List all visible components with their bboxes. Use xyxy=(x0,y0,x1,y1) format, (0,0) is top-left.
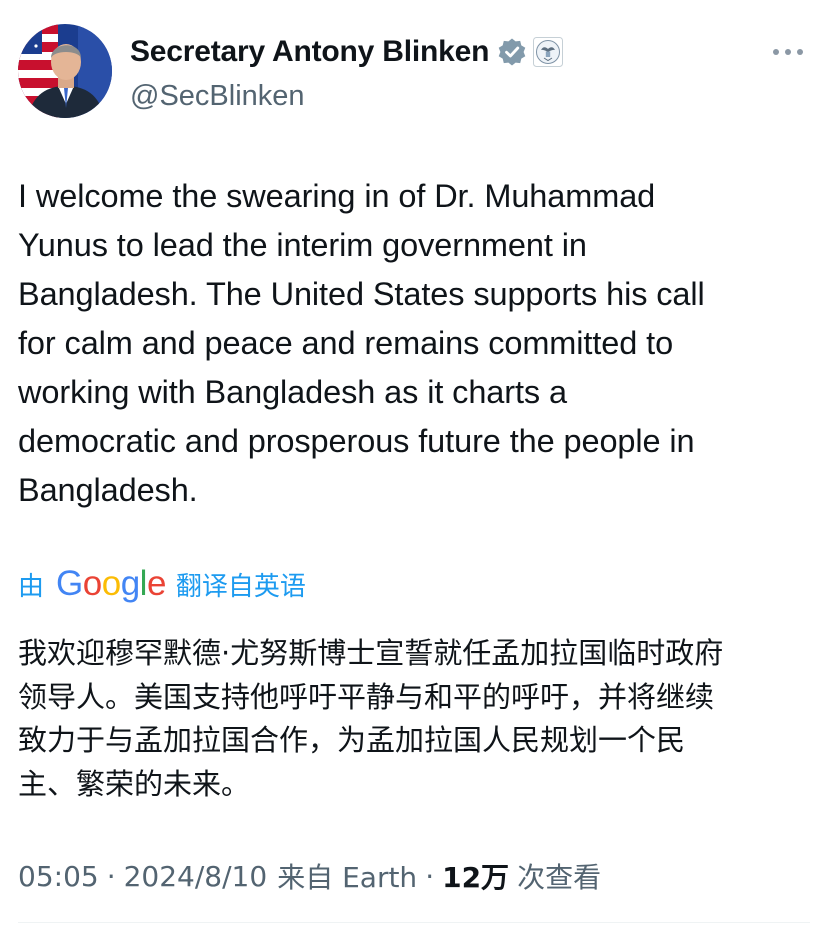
name-row: Secretary Antony Blinken xyxy=(130,32,564,72)
tweet-date[interactable]: 2024/8/10 xyxy=(124,860,268,893)
google-logo-letter: o xyxy=(101,564,121,603)
more-options-icon[interactable] xyxy=(770,42,806,62)
translation-attribution[interactable]: 由 Google 翻译自英语 xyxy=(18,562,306,606)
tweet-text: I welcome the swearing in of Dr. Muhamma… xyxy=(18,178,705,508)
verified-badge-icon[interactable] xyxy=(497,37,527,67)
google-logo-letter: o xyxy=(82,564,102,603)
google-logo-letter: l xyxy=(139,564,148,603)
google-logo: Google xyxy=(56,564,166,604)
tweet-meta: 05:05 · 2024/8/10 来自 Earth · 12万 次查看 xyxy=(18,854,601,898)
avatar-photo xyxy=(18,24,112,118)
google-logo-letters: Google xyxy=(56,564,166,603)
tweet-time[interactable]: 05:05 xyxy=(18,860,99,893)
views-label: 次查看 xyxy=(517,861,602,894)
translated-text: 我欢迎穆罕默德·尤努斯博士宣誓就任孟加拉国临时政府 领导人。美国支持他呼吁平静与… xyxy=(18,636,724,801)
google-logo-letter: G xyxy=(56,564,83,603)
us-government-seal-icon[interactable] xyxy=(533,37,564,67)
tweet-header: Secretary Antony Blinken @SecBlinken xyxy=(18,24,810,120)
meta-separator-views: · xyxy=(425,859,435,893)
meta-separator: · xyxy=(106,859,116,893)
divider xyxy=(18,922,810,923)
author-handle[interactable]: @SecBlinken xyxy=(130,80,563,113)
google-logo-letter: e xyxy=(146,564,166,603)
translation-prefix: 由 xyxy=(18,571,45,602)
avatar[interactable] xyxy=(18,24,112,118)
author-info: Secretary Antony Blinken @SecBlinken xyxy=(130,32,564,113)
google-logo-letter: g xyxy=(120,564,140,603)
author-display-name[interactable]: Secretary Antony Blinken xyxy=(130,35,489,69)
translation-label: 翻译自英语 xyxy=(175,571,306,602)
views-count[interactable]: 12万 xyxy=(442,856,509,896)
tweet-source: 来自 Earth xyxy=(277,861,418,894)
